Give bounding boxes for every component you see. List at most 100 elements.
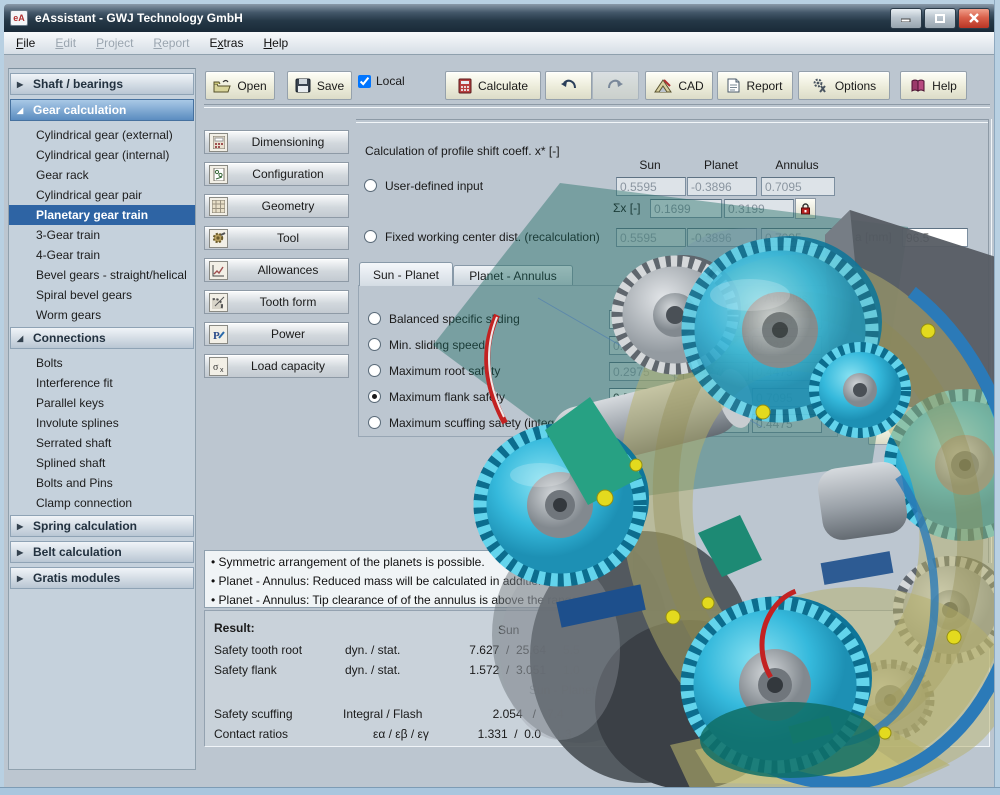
configuration-icon — [209, 165, 228, 184]
sidebar-item-4-gear-train[interactable]: 4-Gear train — [9, 245, 195, 265]
sidebar-section-shaft-bearings[interactable]: ▶Shaft / bearings — [10, 73, 194, 95]
sidebar-item-bolts[interactable]: Bolts — [9, 353, 195, 373]
tab-sun-planet[interactable]: Sun - Planet — [359, 262, 453, 286]
lock-button[interactable] — [795, 198, 816, 219]
options-button[interactable]: Options — [798, 71, 890, 100]
result-row-faint-value: 1.0 — [563, 663, 580, 677]
power-button[interactable]: PPower — [204, 322, 349, 346]
local-checkbox[interactable] — [358, 75, 371, 88]
save-button[interactable]: Save — [287, 71, 352, 100]
sidebar-section-belt-calculation[interactable]: ▶Belt calculation — [10, 541, 194, 563]
user-defined-sun-field[interactable] — [616, 177, 686, 196]
allowances-button[interactable]: Allowances — [204, 258, 349, 282]
menu-file[interactable]: File — [16, 36, 35, 50]
tab-planet-annulus[interactable]: Planet - Annulus — [453, 265, 573, 286]
undo-icon — [560, 79, 577, 92]
sidebar-section-connections[interactable]: ◢Connections — [10, 327, 194, 349]
calculate-button[interactable]: Calculate — [445, 71, 541, 100]
chart-icon — [209, 261, 228, 280]
user-defined-annulus-field[interactable] — [761, 177, 835, 196]
menu-report: Report — [153, 36, 189, 50]
min-sliding-sun-field[interactable] — [609, 336, 675, 355]
svg-text:P: P — [213, 330, 220, 341]
window-title: eAssistant - GWJ Technology GmbH — [35, 11, 243, 25]
sidebar-item-bevel-gears[interactable]: Bevel gears - straight/helical — [9, 265, 195, 285]
max-scuffing-radio[interactable] — [368, 416, 381, 429]
dimensioning-button[interactable]: Dimensioning — [204, 130, 349, 154]
sum-x-label: Σx [-] — [613, 201, 640, 215]
fixed-center-sun-field[interactable] — [616, 228, 686, 247]
sidebar-item-gear-rack[interactable]: Gear rack — [9, 165, 195, 185]
sum-x-field-2[interactable] — [724, 199, 794, 218]
sidebar-item-bolts-and-pins[interactable]: Bolts and Pins — [9, 473, 195, 493]
a-mm-field[interactable] — [902, 228, 968, 247]
cad-button[interactable]: CAD — [645, 71, 713, 100]
help-button[interactable]: Help — [900, 71, 967, 100]
max-scuffing-annulus-field[interactable] — [752, 414, 822, 433]
sidebar-section-gratis-modules[interactable]: ▶Gratis modules — [10, 567, 194, 589]
sidebar-item-involute-splines[interactable]: Involute splines — [9, 413, 195, 433]
sidebar-item-worm-gears[interactable]: Worm gears — [9, 305, 195, 325]
max-root-safety-annulus-field[interactable] — [752, 362, 822, 381]
geometry-button[interactable]: Geometry — [204, 194, 349, 218]
balanced-sliding-annulus-field[interactable] — [752, 310, 822, 329]
col-header-annulus: Annulus — [761, 158, 833, 172]
max-flank-safety-radio[interactable] — [368, 390, 381, 403]
sigma-icon: σx — [209, 357, 228, 376]
max-flank-safety-annulus-field[interactable] — [752, 388, 822, 407]
tool-button[interactable]: Tool — [204, 226, 349, 250]
options-label: Options — [835, 79, 876, 93]
notes-box: • Symmetric arrangement of the planets i… — [204, 550, 634, 608]
calculate-label: Calculate — [478, 79, 528, 93]
load-capacity-button[interactable]: σxLoad capacity — [204, 354, 349, 378]
result-row-label: Safety scuffing — [214, 707, 293, 721]
sidebar-item-cylindrical-gear-pair[interactable]: Cylindrical gear pair — [9, 185, 195, 205]
user-defined-radio[interactable] — [364, 179, 377, 192]
max-flank-safety-planet-field[interactable] — [683, 388, 749, 407]
max-root-safety-radio[interactable] — [368, 364, 381, 377]
close-button[interactable] — [958, 8, 990, 29]
menu-extras[interactable]: Extras — [209, 36, 243, 50]
sidebar-item-cylindrical-gear-external[interactable]: Cylindrical gear (external) — [9, 125, 195, 145]
sidebar-section-gear-calculation[interactable]: ◢Gear calculation — [10, 99, 194, 121]
sidebar-item-clamp-connection[interactable]: Clamp connection — [9, 493, 195, 513]
fixed-center-planet-field[interactable] — [687, 228, 757, 247]
fixed-center-annulus-field[interactable] — [761, 228, 835, 247]
sidebar-item-serrated-shaft[interactable]: Serrated shaft — [9, 433, 195, 453]
tooth-form-button[interactable]: Tooth form — [204, 290, 349, 314]
sidebar-section-spring-calculation[interactable]: ▶Spring calculation — [10, 515, 194, 537]
user-defined-planet-field[interactable] — [687, 177, 757, 196]
sidebar-item-spiral-bevel-gears[interactable]: Spiral bevel gears — [9, 285, 195, 305]
fixed-center-label: Fixed working center dist. (recalculatio… — [385, 230, 600, 244]
min-sliding-planet-field[interactable] — [683, 336, 749, 355]
sidebar-item-planetary-gear-train[interactable]: Planetary gear train — [9, 205, 195, 225]
sum-x-field-1[interactable] — [650, 199, 722, 218]
balanced-sliding-radio[interactable] — [368, 312, 381, 325]
result-row-faint-value: 7.4 — [547, 707, 564, 721]
balanced-sliding-sun-field[interactable] — [609, 310, 675, 329]
max-flank-safety-sun-field[interactable] — [609, 388, 675, 407]
min-sliding-radio[interactable] — [368, 338, 381, 351]
balanced-sliding-planet-field[interactable] — [683, 310, 749, 329]
chevron-right-icon: ▶ — [17, 548, 26, 557]
fixed-center-radio[interactable] — [364, 230, 377, 243]
minimize-button[interactable] — [890, 8, 922, 29]
min-sliding-annulus-field[interactable] — [752, 336, 822, 355]
configuration-button[interactable]: Configuration — [204, 162, 349, 186]
menu-help[interactable]: Help — [263, 36, 288, 50]
sidebar-item-cylindrical-gear-internal[interactable]: Cylindrical gear (internal) — [9, 145, 195, 165]
max-root-safety-planet-field[interactable] — [683, 362, 749, 381]
max-root-safety-sun-field[interactable] — [609, 362, 675, 381]
max-scuffing-planet-field[interactable] — [683, 414, 749, 433]
sidebar-item-parallel-keys[interactable]: Parallel keys — [9, 393, 195, 413]
report-button[interactable]: Report — [717, 71, 793, 100]
sidebar-item-3-gear-train[interactable]: 3-Gear train — [9, 225, 195, 245]
sidebar-item-interference-fit[interactable]: Interference fit — [9, 373, 195, 393]
maximize-button[interactable] — [924, 8, 956, 29]
undo-button[interactable] — [545, 71, 592, 100]
sidebar-item-splined-shaft[interactable]: Splined shaft — [9, 453, 195, 473]
max-scuffing-sun-field[interactable] — [609, 414, 675, 433]
calculator-icon — [209, 133, 228, 152]
ok-button[interactable]: OK — [868, 420, 967, 445]
open-button[interactable]: Open — [205, 71, 275, 100]
